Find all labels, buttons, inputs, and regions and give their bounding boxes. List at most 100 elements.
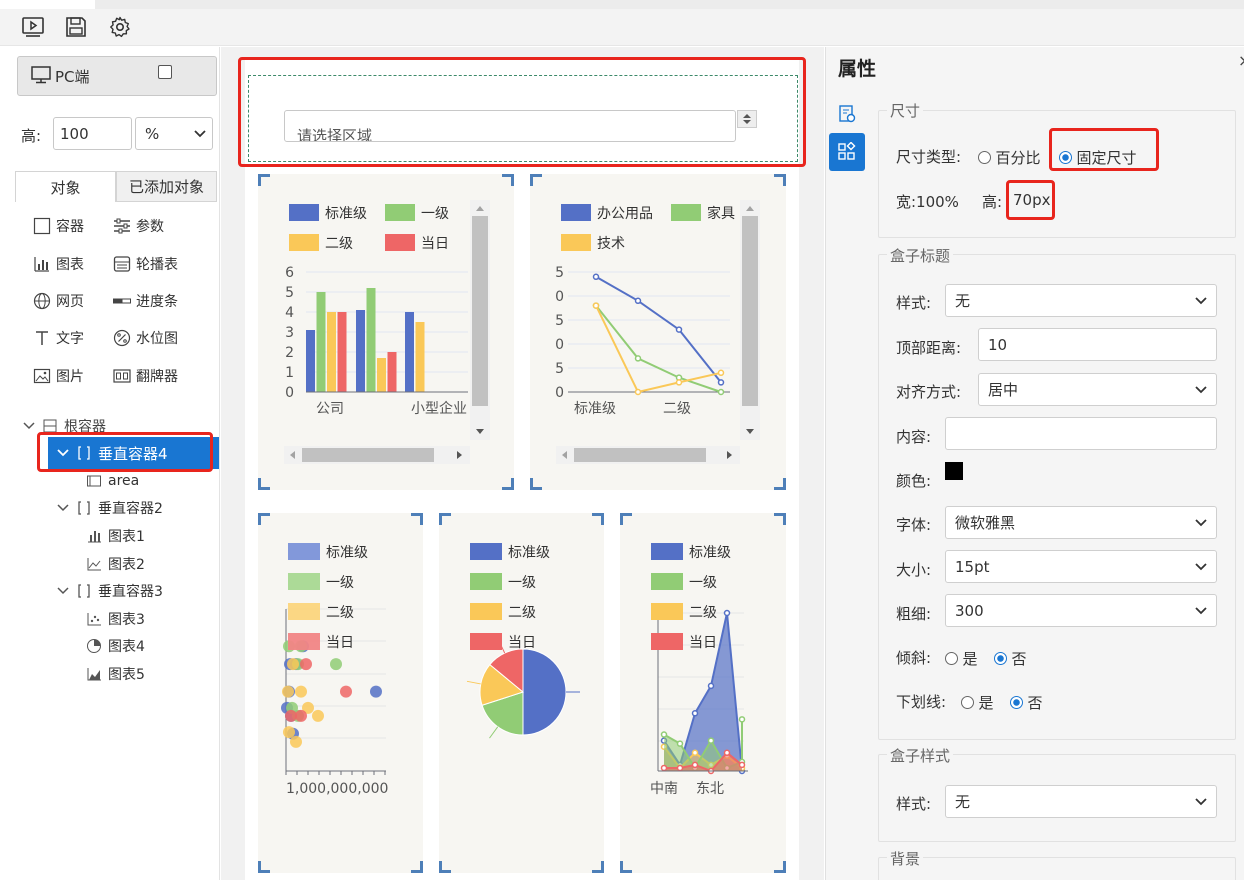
x-tick-label: 公司 [316,401,344,417]
font-size-select[interactable]: 15pt [945,550,1217,583]
height-input[interactable]: 100 [53,117,132,150]
tool-waterlevel[interactable]: 水位图 [113,328,178,348]
vertical-scrollbar[interactable] [740,200,760,440]
background-section-title: 背景 [887,848,924,869]
data-point [312,709,324,722]
data-point [592,302,600,309]
bar-chart-icon [88,531,101,543]
bar [337,312,347,392]
pc-mode-button[interactable]: PC端 [17,56,217,96]
tab-added-objects[interactable]: 已添加对象 [116,171,217,202]
x-tick-label: 标准级 [574,401,616,417]
tree-label: 图表4 [108,639,145,655]
data-point [330,658,342,671]
tree-label: 图表3 [108,612,145,628]
highlight-area [238,57,806,167]
legend-label: 一级 [421,206,449,222]
settings-icon[interactable] [107,14,133,40]
tree-item-chart1[interactable]: 图表1 [86,524,145,548]
vertical-scrollbar[interactable] [470,200,490,440]
bar [387,352,397,392]
chart-card-3[interactable]: 标准级 一级 二级 当日 1,000,000,000 [258,513,423,873]
legend-label: 标准级 [326,545,368,561]
tab-props-components[interactable] [829,133,865,171]
horizontal-scrollbar[interactable] [556,446,740,464]
tool-chart[interactable]: 图表 [33,254,84,274]
tool-label: 容器 [56,219,84,235]
x-tick-label: 东北 [696,781,724,797]
underline-no[interactable]: 否 [1010,692,1042,713]
legend-swatch [651,633,683,650]
weight-select[interactable]: 300 [945,594,1217,627]
pc-mode-checkbox[interactable] [158,65,172,79]
tool-param[interactable]: 参数 [113,216,164,236]
radio-selected[interactable] [994,652,1007,665]
underline-yes[interactable]: 是 [961,692,993,713]
legend-swatch [470,633,502,650]
tool-image[interactable]: 图片 [33,366,84,386]
bar [415,322,425,392]
background-section [878,857,1236,880]
tree-item-chart3[interactable]: 图表3 [86,607,145,631]
legend-swatch [289,234,319,251]
legend-swatch [651,573,683,590]
radio[interactable] [945,652,958,665]
content-label: 内容: [896,428,932,446]
legend-label: 一级 [508,575,536,591]
unit-select[interactable]: % [135,117,213,150]
tab-props-settings[interactable] [829,96,865,132]
data-point [295,685,307,698]
tool-flipper[interactable]: 翻牌器 [113,366,178,386]
radio[interactable] [978,151,991,164]
tree-item-chart2[interactable]: 图表2 [86,552,145,576]
tool-container[interactable]: 容器 [33,216,84,236]
data-point [634,388,642,396]
tree-item-area[interactable]: area [86,469,139,493]
bar [327,312,336,392]
y-tick-label: 6 [285,265,294,281]
content-input[interactable] [945,417,1217,450]
pie-slice [522,648,567,736]
save-icon[interactable] [63,14,89,40]
legend-label: 当日 [421,236,449,252]
top-distance-input[interactable]: 10 [978,328,1217,361]
highlight-fixed-size [1049,128,1159,171]
font-select[interactable]: 微软雅黑 [945,506,1217,539]
horizontal-scrollbar[interactable] [284,446,470,464]
size-option-percent[interactable]: 百分比 [978,147,1040,168]
legend-swatch [288,633,320,650]
chart-card-4[interactable]: 标准级 一级 二级 当日 [439,513,604,873]
globe-icon [33,292,51,310]
box-style-select[interactable]: 无 [945,785,1217,818]
tree-item-chart4[interactable]: 图表4 [86,634,145,658]
legend-label: 办公用品 [597,206,653,222]
percent-icon [113,329,131,347]
tool-progress[interactable]: 进度条 [113,291,178,311]
bar [377,358,386,392]
tab-objects[interactable]: 对象 [15,171,116,202]
close-icon[interactable]: × [1238,51,1244,70]
preview-icon[interactable] [20,14,46,40]
tool-webpage[interactable]: 网页 [33,291,84,311]
radio[interactable] [961,696,974,709]
tree-item-vcontainer2[interactable]: 垂直容器2 [56,496,163,520]
chevron-down-icon [57,504,69,512]
chart-card-2[interactable]: 办公用品 家具 技术 0 5 0 5 0 5 标准级 二级 [530,174,786,490]
italic-yes[interactable]: 是 [945,648,977,669]
italic-no[interactable]: 否 [994,648,1026,669]
tree-item-chart5[interactable]: 图表5 [86,662,145,686]
x-tick-label: 1,000,000,000 [286,781,388,797]
color-swatch[interactable] [945,462,963,480]
data-point [290,735,302,748]
italic-label: 倾斜: [896,649,932,667]
tool-text[interactable]: 文字 [33,328,84,348]
data-point [738,761,746,769]
align-select[interactable]: 居中 [978,373,1217,406]
tree-item-vcontainer3[interactable]: 垂直容器3 [56,579,163,603]
radio-selected[interactable] [1010,696,1023,709]
chart-card-5[interactable]: 标准级 一级 二级 当日 中南 东北 [620,513,786,873]
chart-card-1[interactable]: 标准级 一级 二级 当日 0 1 2 3 4 5 6 公司 小型企业 [258,174,514,490]
style-select[interactable]: 无 [945,284,1217,317]
tool-carousel[interactable]: 轮播表 [113,254,178,274]
components-icon [838,142,856,160]
